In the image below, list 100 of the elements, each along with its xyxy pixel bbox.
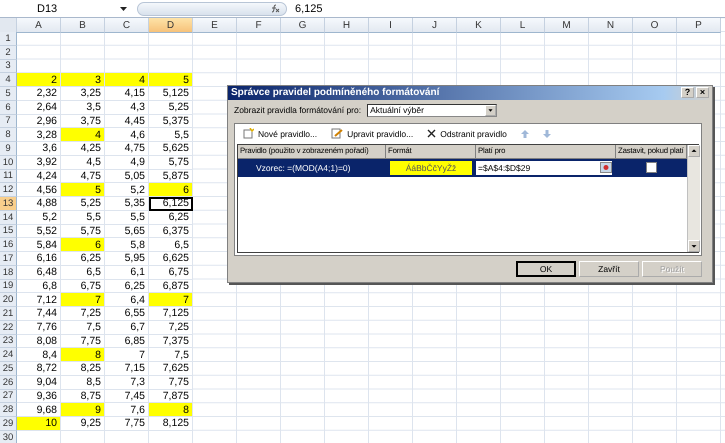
row-header[interactable]: 27 bbox=[0, 390, 17, 404]
row-header[interactable]: 21 bbox=[0, 307, 17, 321]
row-header[interactable]: 3 bbox=[0, 60, 17, 74]
table-cell: 3,5 bbox=[61, 100, 105, 114]
table-cell: 6,625 bbox=[149, 252, 193, 266]
dropdown-icon[interactable] bbox=[485, 104, 496, 116]
rule-row[interactable]: Vzorec: =(MOD(A4;1)=0) ÁáBbČčYyŽž =$A$4:$D$29 bbox=[238, 158, 687, 177]
row-header[interactable]: 15 bbox=[0, 224, 17, 238]
table-cell: 6 bbox=[61, 238, 105, 252]
row-header[interactable]: 11 bbox=[0, 170, 17, 184]
row-header[interactable]: 29 bbox=[0, 417, 17, 431]
row-header[interactable]: 14 bbox=[0, 210, 17, 224]
help-button[interactable]: ? bbox=[681, 87, 694, 98]
table-cell: 7,25 bbox=[149, 320, 193, 334]
table-cell: 4,3 bbox=[105, 100, 149, 114]
table-cell: 5,5 bbox=[105, 210, 149, 224]
toolbar-button[interactable]: Nové pravidlo... bbox=[243, 128, 318, 140]
table-cell: 8 bbox=[61, 348, 105, 362]
table-cell: 8,5 bbox=[61, 376, 105, 390]
row-header[interactable]: 28 bbox=[0, 403, 17, 417]
scope-select[interactable]: Aktuální výběr bbox=[367, 104, 498, 117]
column-header[interactable]: O bbox=[633, 18, 677, 33]
table-cell: 4,75 bbox=[61, 170, 105, 184]
table-cell: 5,65 bbox=[105, 224, 149, 238]
column-header[interactable]: L bbox=[501, 18, 545, 33]
table-cell: 7,125 bbox=[149, 307, 193, 321]
name-box[interactable]: D13 bbox=[0, 2, 127, 14]
column-header[interactable]: B bbox=[61, 18, 105, 33]
row-header[interactable]: 25 bbox=[0, 362, 17, 376]
table-cell: 9,36 bbox=[17, 390, 61, 404]
column-header[interactable]: F bbox=[237, 18, 281, 33]
dialog-button[interactable]: Zavřít bbox=[579, 261, 639, 277]
column-header[interactable]: H bbox=[325, 18, 369, 33]
table-cell: 8,75 bbox=[61, 390, 105, 404]
table-cell: 6,375 bbox=[149, 224, 193, 238]
applies-to-field[interactable]: =$A$4:$D$29 bbox=[476, 160, 612, 175]
collapse-icon[interactable] bbox=[600, 162, 612, 174]
row-header[interactable]: 13 bbox=[0, 197, 17, 211]
table-cell: 6,25 bbox=[149, 210, 193, 224]
table-cell: 6,125 bbox=[149, 197, 193, 211]
row-header[interactable]: 10 bbox=[0, 156, 17, 170]
table-cell: 5,75 bbox=[149, 156, 193, 170]
row-header[interactable]: 1 bbox=[0, 32, 17, 46]
row-header[interactable]: 16 bbox=[0, 238, 17, 252]
column-header[interactable]: D bbox=[149, 18, 193, 33]
column-header[interactable]: A bbox=[17, 18, 61, 33]
table-cell: 6,16 bbox=[17, 252, 61, 266]
table-cell: 8,125 bbox=[149, 417, 193, 431]
column-header[interactable]: N bbox=[589, 18, 633, 33]
table-cell: 8,25 bbox=[61, 362, 105, 376]
table-cell: 7 bbox=[149, 293, 193, 307]
row-header[interactable]: 18 bbox=[0, 266, 17, 280]
table-cell: 9 bbox=[61, 403, 105, 417]
stop-checkbox[interactable] bbox=[646, 162, 657, 174]
formula-field[interactable]: 6,125 bbox=[295, 2, 323, 14]
row-header[interactable]: 5 bbox=[0, 87, 17, 101]
row-header[interactable]: 30 bbox=[0, 430, 17, 443]
column-header[interactable]: M bbox=[545, 18, 589, 33]
row-header[interactable]: 26 bbox=[0, 376, 17, 390]
column-header[interactable]: G bbox=[281, 18, 325, 33]
row-header[interactable]: 24 bbox=[0, 348, 17, 362]
row-header[interactable]: 6 bbox=[0, 100, 17, 114]
table-cell: 7,75 bbox=[105, 417, 149, 431]
column-header[interactable]: E bbox=[193, 18, 237, 33]
table-cell: 6,8 bbox=[17, 280, 61, 294]
dialog-button[interactable]: OK bbox=[516, 261, 576, 277]
table-cell: 7,15 bbox=[105, 362, 149, 376]
table-cell: 7 bbox=[61, 293, 105, 307]
row-header[interactable]: 20 bbox=[0, 293, 17, 307]
column-header[interactable]: K bbox=[457, 18, 501, 33]
toolbar-button[interactable]: Upravit pravidlo... bbox=[331, 128, 414, 140]
row-header[interactable]: 17 bbox=[0, 252, 17, 266]
row-header[interactable]: 19 bbox=[0, 280, 17, 294]
table-cell: 6,5 bbox=[61, 266, 105, 280]
table-cell: 5,375 bbox=[149, 114, 193, 128]
row-header[interactable]: 23 bbox=[0, 334, 17, 348]
column-header[interactable]: P bbox=[677, 18, 721, 33]
scroll-up-icon[interactable] bbox=[688, 144, 700, 157]
table-cell: 10 bbox=[17, 417, 61, 431]
close-button[interactable]: × bbox=[696, 87, 709, 98]
table-cell: 9,25 bbox=[61, 417, 105, 431]
dialog-title: Správce pravidel podmíněného formátování bbox=[231, 87, 440, 98]
table-cell: 8,72 bbox=[17, 362, 61, 376]
table-cell: 4 bbox=[105, 73, 149, 87]
row-header[interactable]: 22 bbox=[0, 320, 17, 334]
dropdown-icon[interactable] bbox=[120, 6, 127, 10]
table-cell: 9,04 bbox=[17, 376, 61, 390]
column-header[interactable]: J bbox=[413, 18, 457, 33]
row-header[interactable]: 8 bbox=[0, 128, 17, 142]
row-header[interactable]: 12 bbox=[0, 183, 17, 197]
column-header[interactable]: C bbox=[105, 18, 149, 33]
row-header[interactable]: 9 bbox=[0, 142, 17, 156]
table-cell: 5 bbox=[61, 183, 105, 197]
row-header[interactable]: 2 bbox=[0, 46, 17, 60]
toolbar-button[interactable]: Odstranit pravidlo bbox=[427, 128, 507, 139]
table-cell: 6,1 bbox=[105, 266, 149, 280]
scroll-down-icon[interactable] bbox=[688, 240, 700, 252]
column-header[interactable]: I bbox=[369, 18, 413, 33]
row-header[interactable]: 4 bbox=[0, 73, 17, 87]
row-header[interactable]: 7 bbox=[0, 114, 17, 128]
